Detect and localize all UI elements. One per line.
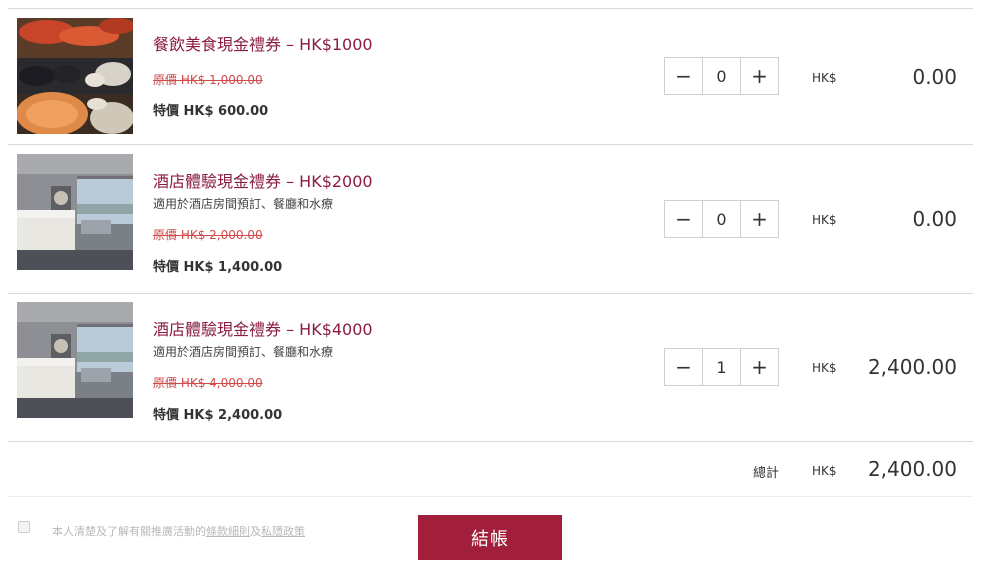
quantity-stepper: − 1 +	[664, 348, 779, 386]
agree-text: 本人清楚及了解有關推廣活動的條款細則及私隱政策	[52, 523, 305, 539]
original-price: 原價 HK$ 4,000.00	[153, 376, 263, 390]
total-amount: 2,400.00	[867, 457, 957, 481]
total-currency: HK$	[812, 464, 837, 478]
decrease-button[interactable]: −	[665, 58, 702, 94]
original-price: 原價 HK$ 1,000.00	[153, 73, 263, 87]
agree-prefix: 本人清楚及了解有關推廣活動的	[52, 525, 206, 538]
quantity-stepper: − 0 +	[664, 200, 779, 238]
quantity-value[interactable]: 0	[702, 58, 741, 94]
decrease-button[interactable]: −	[665, 201, 702, 237]
quantity-stepper: − 0 +	[664, 57, 779, 95]
terms-link[interactable]: 條款細則	[206, 525, 250, 538]
increase-button[interactable]: +	[741, 349, 778, 385]
checkout-button[interactable]: 結帳	[418, 515, 562, 560]
agree-and: 及	[250, 525, 261, 538]
quantity-value[interactable]: 0	[702, 201, 741, 237]
divider	[8, 8, 973, 9]
item-description: 適用於酒店房間預訂、餐廳和水療	[153, 197, 334, 211]
increase-button[interactable]: +	[741, 201, 778, 237]
currency-label: HK$	[812, 361, 837, 375]
currency-label: HK$	[812, 213, 837, 227]
item-title: 餐飲美食現金禮券 – HK$1000	[153, 35, 373, 54]
line-amount: 0.00	[912, 207, 957, 231]
line-amount: 2,400.00	[867, 355, 957, 379]
hotel-room-image	[17, 154, 133, 270]
item-description: 適用於酒店房間預訂、餐廳和水療	[153, 345, 334, 359]
hotel-room-image	[17, 302, 133, 418]
special-price: 特價 HK$ 1,400.00	[153, 260, 283, 275]
currency-label: HK$	[812, 71, 837, 85]
privacy-link[interactable]: 私隱政策	[261, 525, 305, 538]
line-amount: 0.00	[912, 65, 957, 89]
special-price: 特價 HK$ 2,400.00	[153, 408, 283, 423]
item-title: 酒店體驗現金禮券 – HK$2000	[153, 172, 373, 191]
divider	[8, 496, 973, 497]
increase-button[interactable]: +	[741, 58, 778, 94]
original-price: 原價 HK$ 2,000.00	[153, 228, 263, 242]
item-title: 酒店體驗現金禮券 – HK$4000	[153, 320, 373, 339]
divider	[8, 293, 973, 294]
decrease-button[interactable]: −	[665, 349, 702, 385]
seafood-buffet-image	[17, 18, 133, 134]
divider	[8, 441, 973, 442]
divider	[8, 144, 973, 145]
total-label: 總計	[753, 466, 780, 481]
cart-page: 餐飲美食現金禮券 – HK$1000 原價 HK$ 1,000.00 特價 HK…	[0, 0, 1000, 570]
special-price: 特價 HK$ 600.00	[153, 104, 269, 119]
quantity-value[interactable]: 1	[702, 349, 741, 385]
agree-checkbox[interactable]	[18, 521, 30, 533]
